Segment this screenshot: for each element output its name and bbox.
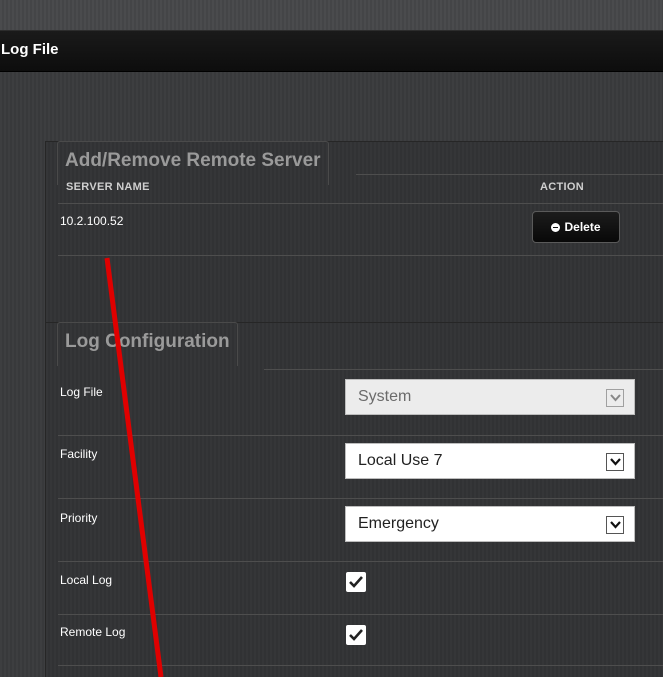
- log-configuration-legend: Log Configuration: [57, 322, 238, 366]
- content-area: Add/Remove Remote Server SERVER NAME ACT…: [0, 72, 663, 677]
- chevron-down-icon: [606, 516, 624, 534]
- priority-value: Emergency: [358, 515, 439, 532]
- column-header-action: ACTION: [540, 181, 584, 193]
- legend-rule: [356, 174, 663, 175]
- facility-value: Local Use 7: [358, 452, 443, 469]
- local-log-label: Local Log: [60, 573, 113, 587]
- row-divider: [58, 255, 663, 256]
- top-background-strip: [0, 0, 663, 30]
- chevron-down-icon: [606, 453, 624, 471]
- chevron-down-icon: [606, 389, 624, 407]
- log-file-value: System: [358, 388, 412, 405]
- log-configuration-section: Log Configuration Log File System Facili…: [45, 322, 663, 677]
- remote-log-checkbox[interactable]: [346, 625, 366, 645]
- delete-server-button[interactable]: Delete: [532, 211, 620, 243]
- remote-log-label: Remote Log: [60, 625, 126, 639]
- log-file-label: Log File: [60, 385, 103, 399]
- log-file-select[interactable]: System: [345, 379, 635, 415]
- legend-rule: [264, 369, 663, 370]
- window-title: Log File: [1, 41, 59, 58]
- window-titlebar: Log File: [0, 30, 663, 72]
- minus-circle-icon: [551, 222, 561, 232]
- check-icon: [349, 629, 363, 641]
- header-divider: [58, 203, 663, 204]
- delete-button-label: Delete: [564, 220, 601, 234]
- column-header-server-name: SERVER NAME: [66, 181, 150, 193]
- remote-server-legend: Add/Remove Remote Server: [57, 141, 329, 185]
- priority-select[interactable]: Emergency: [345, 506, 635, 542]
- priority-label: Priority: [60, 511, 98, 525]
- facility-label: Facility: [60, 447, 98, 461]
- local-log-checkbox[interactable]: [346, 572, 366, 592]
- facility-select[interactable]: Local Use 7: [345, 443, 635, 479]
- check-icon: [349, 576, 363, 588]
- server-name-cell: 10.2.100.52: [60, 214, 124, 228]
- remote-server-section: Add/Remove Remote Server SERVER NAME ACT…: [45, 141, 663, 337]
